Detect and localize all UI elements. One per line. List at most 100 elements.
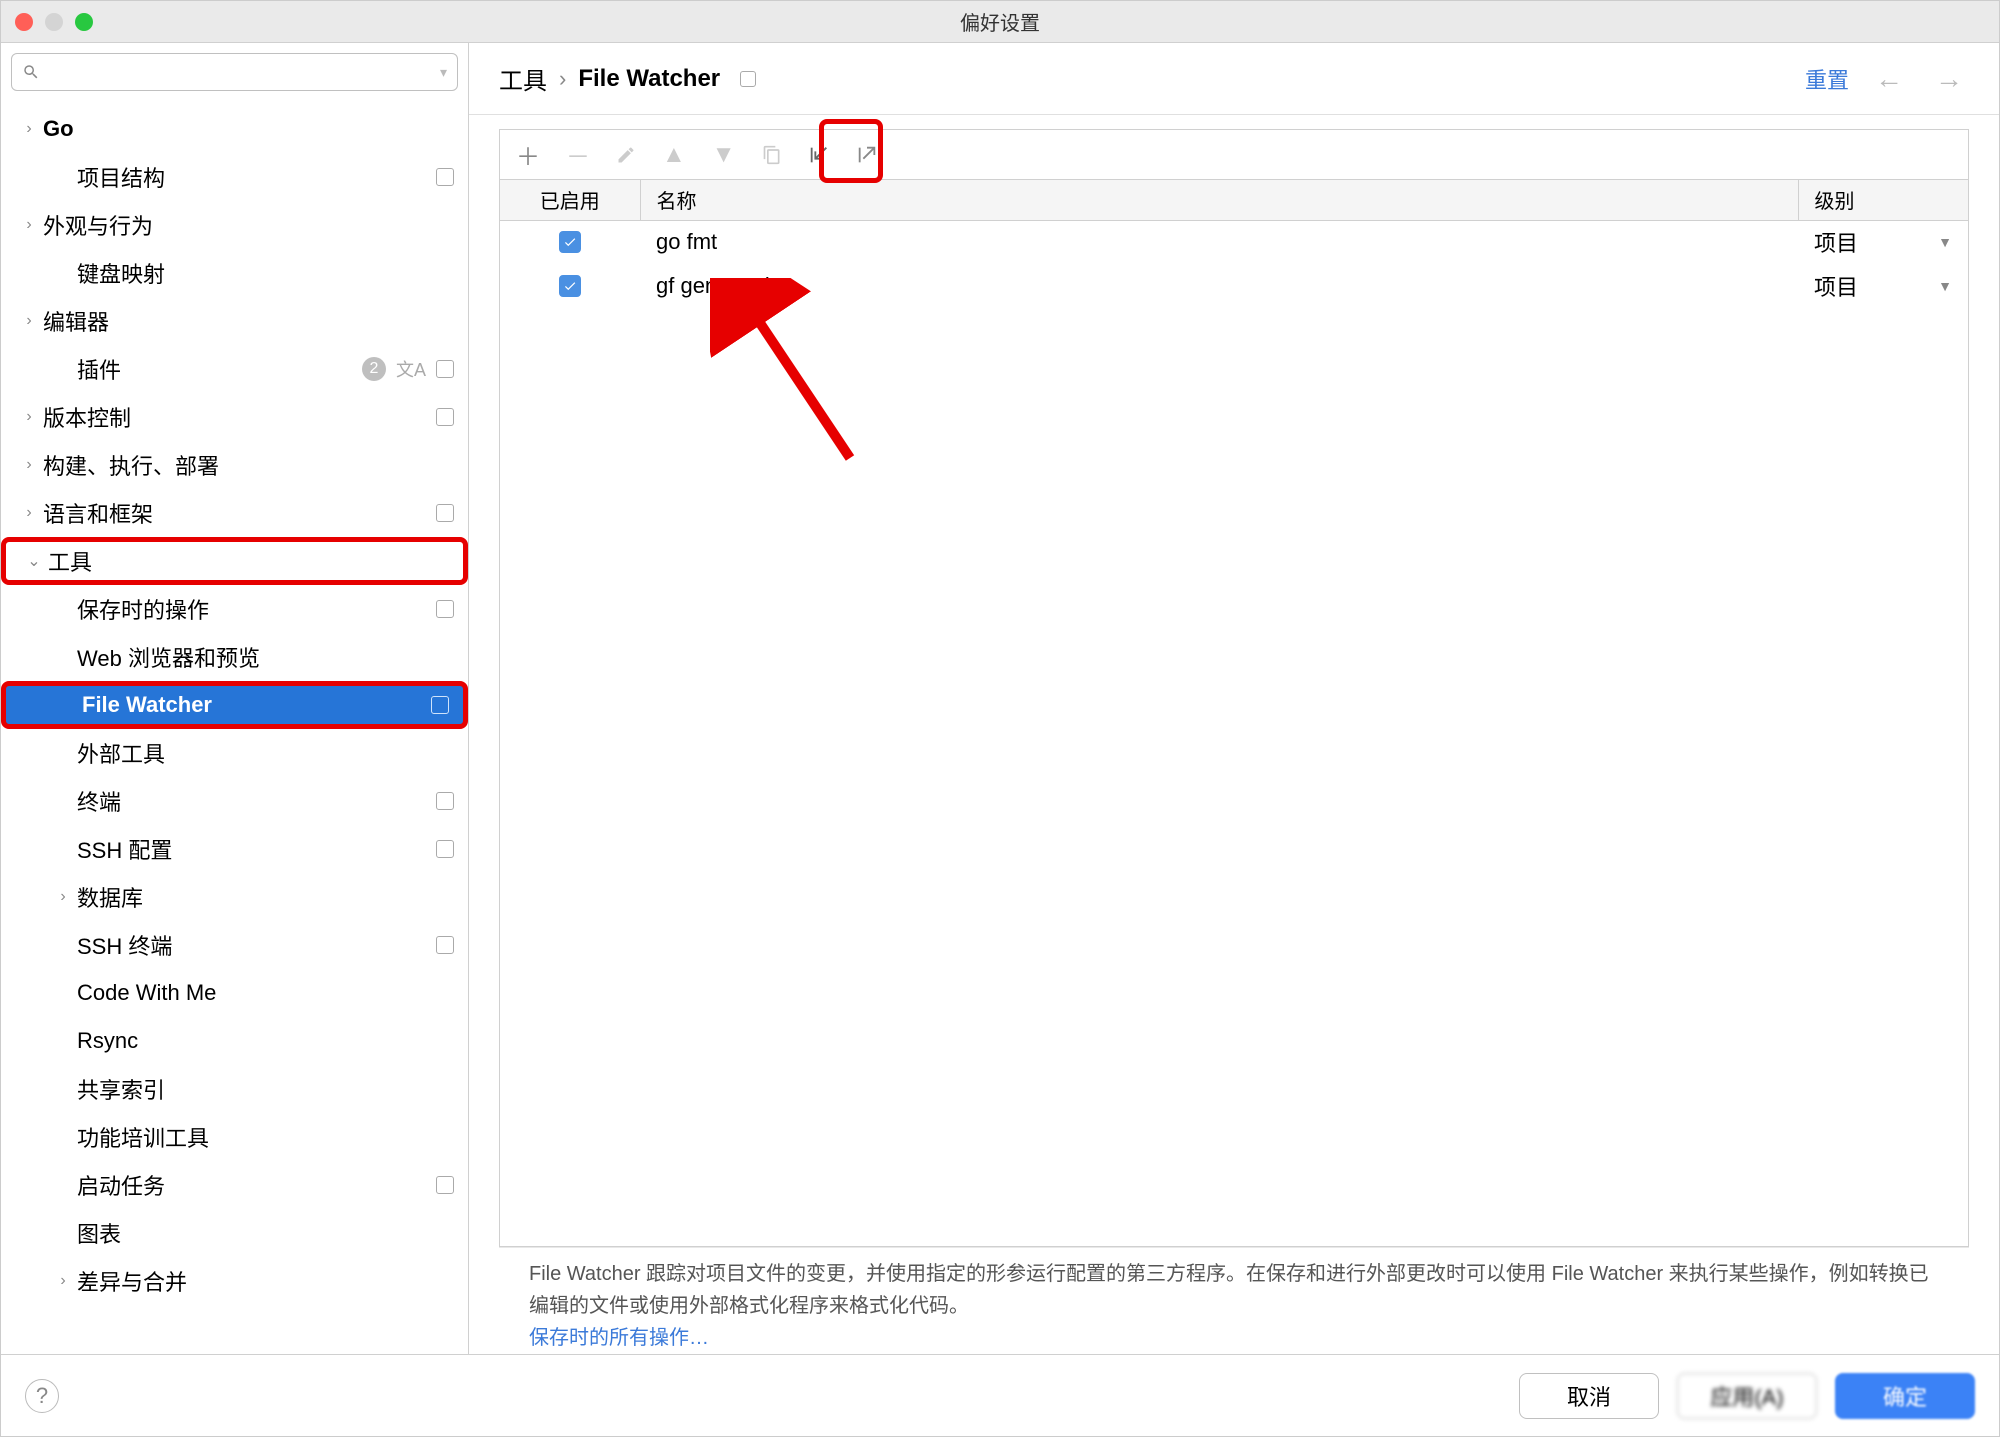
scope-icon [436, 936, 454, 954]
level-cell[interactable]: 项目 ▼ [1798, 220, 1968, 264]
col-header-enabled[interactable]: 已启用 [500, 180, 640, 220]
scope-icon [436, 408, 454, 426]
sidebar-item[interactable]: ›外部工具 [1, 729, 468, 777]
arrow-annotation [710, 278, 890, 498]
search-icon [22, 63, 40, 81]
chevron-down-icon: ▾ [440, 64, 447, 81]
sidebar-item[interactable]: ›共享索引 [1, 1065, 468, 1113]
sidebar-item-label: 功能培训工具 [77, 1121, 454, 1153]
export-button[interactable] [856, 144, 878, 166]
reset-button[interactable]: 重置 [1805, 63, 1849, 95]
scope-icon [436, 360, 454, 378]
level-dropdown-icon[interactable]: ▼ [1938, 278, 1952, 294]
sidebar-item[interactable]: ›SSH 配置 [1, 825, 468, 873]
chevron-right-icon: › [15, 408, 43, 426]
window-controls [15, 13, 93, 31]
sidebar-item-label: 外部工具 [77, 737, 454, 769]
sidebar-item[interactable]: ›差异与合并 [1, 1257, 468, 1305]
minimize-window-button[interactable] [45, 13, 63, 31]
back-arrow-icon[interactable]: ← [1869, 63, 1909, 95]
sidebar-item[interactable]: ›Code With Me [1, 969, 468, 1017]
sidebar-item-label: Go [43, 116, 454, 142]
chevron-right-icon: › [15, 216, 43, 234]
sidebar-item[interactable]: ›图表 [1, 1209, 468, 1257]
sidebar-item[interactable]: ›语言和框架 [1, 489, 468, 537]
table-area: ＋ － ▲ ▼ [499, 129, 1969, 1354]
sidebar-item-label: 插件 [77, 353, 362, 385]
help-button[interactable]: ? [25, 1379, 59, 1413]
sidebar: ▾ ›Go›项目结构›外观与行为›键盘映射›编辑器›插件2文A›版本控制›构建、… [1, 43, 469, 1354]
enabled-checkbox[interactable] [559, 275, 581, 297]
col-header-level[interactable]: 级别 [1798, 180, 1968, 220]
scope-icon [436, 840, 454, 858]
settings-tree[interactable]: ›Go›项目结构›外观与行为›键盘映射›编辑器›插件2文A›版本控制›构建、执行… [1, 101, 468, 1354]
description-text: File Watcher 跟踪对项目文件的变更，并使用指定的形参运行配置的第三方… [499, 1247, 1969, 1354]
import-button[interactable] [808, 144, 830, 166]
table-row[interactable]: gf gen service项目▼ [500, 264, 1968, 308]
level-value: 项目 [1814, 226, 1858, 258]
sidebar-item-label: SSH 终端 [77, 929, 436, 961]
sidebar-item[interactable]: ›Go [1, 105, 468, 153]
save-actions-link[interactable]: 保存时的所有操作… [529, 1327, 709, 1349]
sidebar-item[interactable]: ›File Watcher [1, 681, 468, 729]
move-up-button[interactable]: ▲ [662, 141, 686, 169]
col-header-name[interactable]: 名称 [640, 180, 1798, 220]
table-row[interactable]: go fmt 项目 ▼ [500, 220, 1968, 264]
sidebar-item-label: 键盘映射 [77, 257, 454, 289]
watcher-name-cell: go fmt [640, 220, 1798, 264]
move-down-button[interactable]: ▼ [712, 141, 736, 169]
maximize-window-button[interactable] [75, 13, 93, 31]
enabled-checkbox[interactable] [559, 231, 581, 253]
sidebar-item[interactable]: ›终端 [1, 777, 468, 825]
remove-button[interactable]: － [566, 137, 590, 172]
sidebar-item[interactable]: ›Web 浏览器和预览 [1, 633, 468, 681]
sidebar-item[interactable]: ⌄工具 [1, 537, 468, 585]
content: ▾ ›Go›项目结构›外观与行为›键盘映射›编辑器›插件2文A›版本控制›构建、… [1, 43, 1999, 1354]
forward-arrow-icon[interactable]: → [1929, 63, 1969, 95]
chevron-right-icon: › [15, 504, 43, 522]
watcher-name-cell: gf gen service [640, 264, 1798, 308]
level-dropdown-icon[interactable]: ▼ [1938, 234, 1952, 250]
apply-button[interactable]: 应用(A) [1677, 1373, 1817, 1419]
sidebar-item[interactable]: ›编辑器 [1, 297, 468, 345]
add-button[interactable]: ＋ [516, 137, 540, 172]
table-toolbar: ＋ － ▲ ▼ [499, 129, 1969, 179]
count-badge: 2 [362, 357, 386, 381]
body: ▾ ›Go›项目结构›外观与行为›键盘映射›编辑器›插件2文A›版本控制›构建、… [1, 43, 1999, 1436]
edit-button[interactable] [616, 145, 636, 165]
sidebar-item[interactable]: ›SSH 终端 [1, 921, 468, 969]
ok-button[interactable]: 确定 [1835, 1373, 1975, 1419]
sidebar-item[interactable]: ›插件2文A [1, 345, 468, 393]
sidebar-item-label: 外观与行为 [43, 209, 454, 241]
copy-button[interactable] [762, 145, 782, 165]
scope-icon [436, 792, 454, 810]
scope-icon [436, 1176, 454, 1194]
sidebar-item[interactable]: ›构建、执行、部署 [1, 441, 468, 489]
search-box[interactable]: ▾ [11, 53, 458, 91]
sidebar-item[interactable]: ›启动任务 [1, 1161, 468, 1209]
sidebar-item-label: Code With Me [77, 980, 454, 1006]
breadcrumb-root[interactable]: 工具 [499, 61, 547, 96]
sidebar-item[interactable]: ›项目结构 [1, 153, 468, 201]
sidebar-item[interactable]: ›Rsync [1, 1017, 468, 1065]
close-window-button[interactable] [15, 13, 33, 31]
sidebar-item[interactable]: ›键盘映射 [1, 249, 468, 297]
sidebar-item[interactable]: ›数据库 [1, 873, 468, 921]
search-input[interactable] [48, 62, 440, 83]
sidebar-item[interactable]: ›保存时的操作 [1, 585, 468, 633]
main-header: 工具 › File Watcher 重置 ← → [469, 43, 1999, 115]
watchers-table: 已启用 名称 级别 go fmt项目▼gf gen service项目▼ [499, 179, 1969, 1247]
sidebar-item[interactable]: ›外观与行为 [1, 201, 468, 249]
sidebar-item[interactable]: ›功能培训工具 [1, 1113, 468, 1161]
sidebar-item[interactable]: ›版本控制 [1, 393, 468, 441]
cancel-button[interactable]: 取消 [1519, 1373, 1659, 1419]
sidebar-item-label: 数据库 [77, 881, 454, 913]
sidebar-item-label: 项目结构 [77, 161, 436, 193]
level-cell[interactable]: 项目▼ [1798, 264, 1968, 308]
chevron-right-icon: › [15, 456, 43, 474]
sidebar-item-label: 图表 [77, 1217, 454, 1249]
chevron-right-icon: › [15, 120, 43, 138]
scope-icon [436, 168, 454, 186]
chevron-down-icon: ⌄ [20, 551, 48, 571]
sidebar-item-label: File Watcher [82, 692, 431, 718]
